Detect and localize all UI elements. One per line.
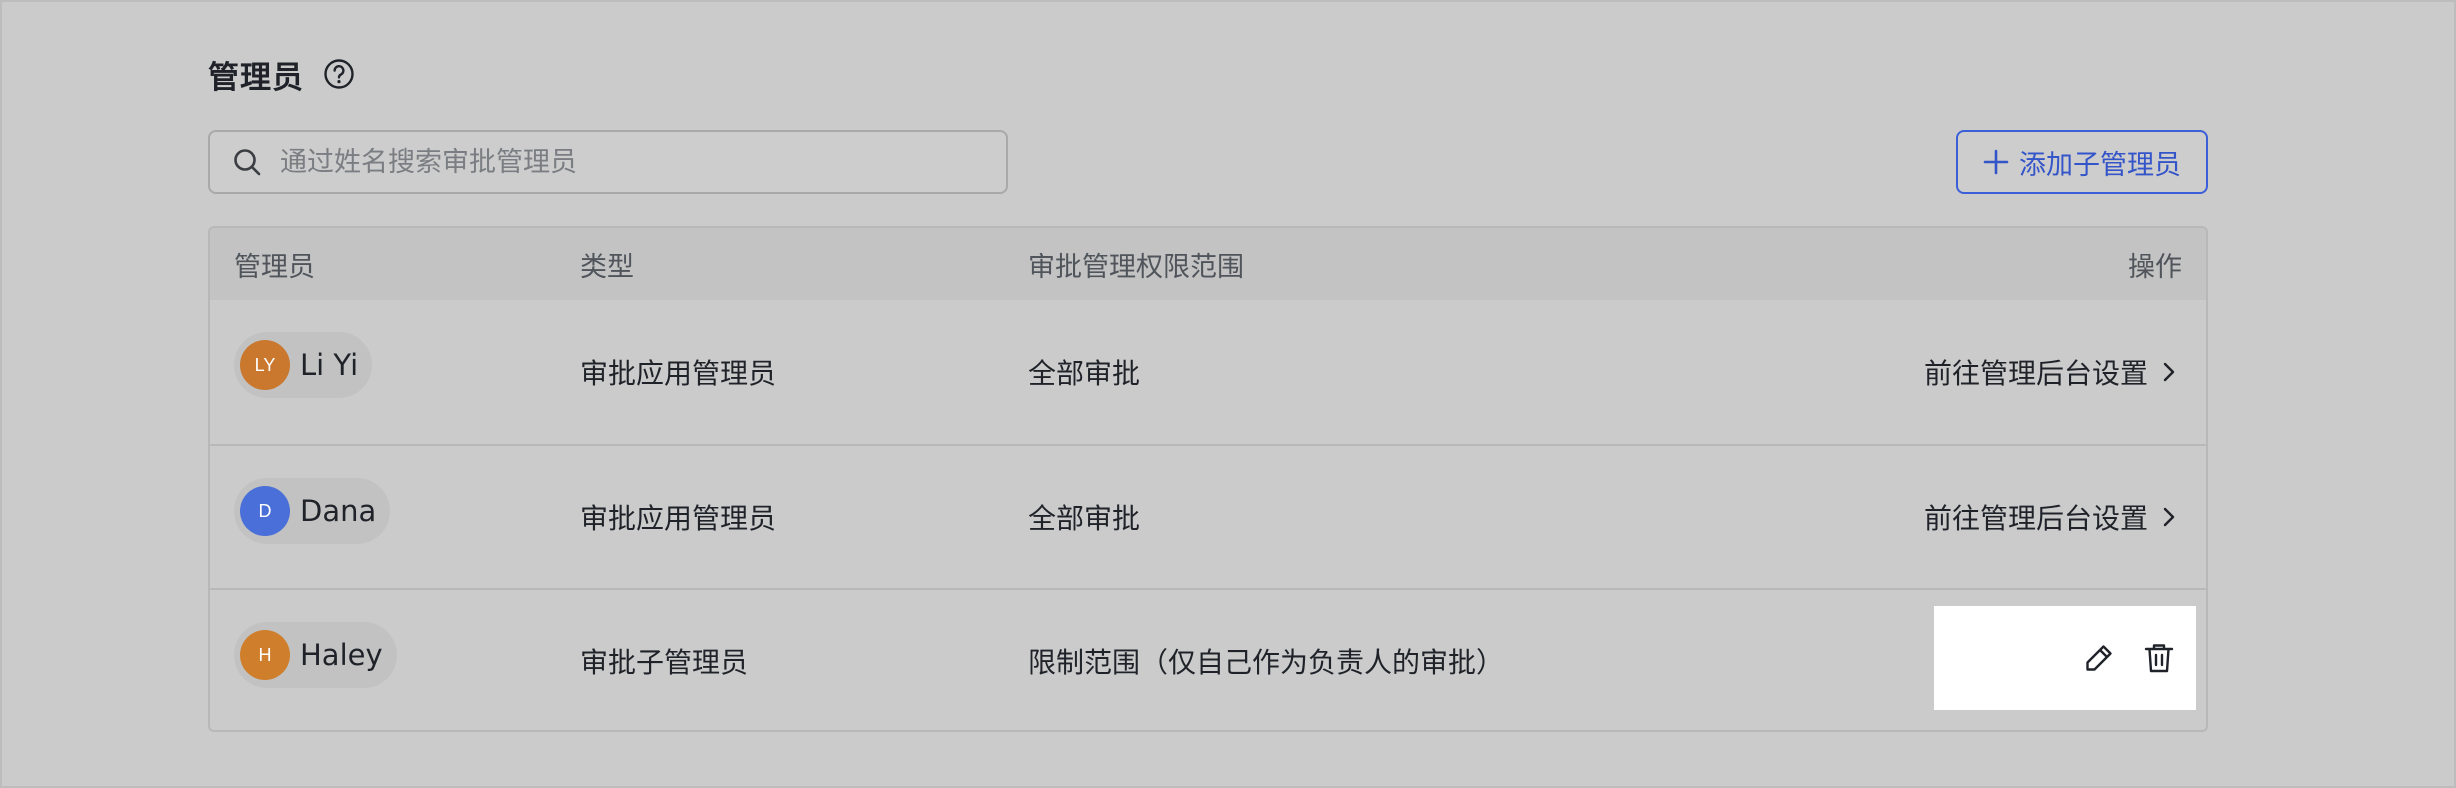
user-chip[interactable]: H Haley xyxy=(234,622,397,688)
admin-scope: 全部审批 xyxy=(1028,502,1141,535)
add-sub-admin-label: 添加子管理员 xyxy=(2019,149,2181,181)
user-name: Dana xyxy=(300,494,377,528)
search-box[interactable] xyxy=(208,130,1008,194)
row-actions xyxy=(1934,606,2196,710)
avatar: LY xyxy=(240,340,290,390)
user-name: Li Yi xyxy=(300,348,359,382)
delete-icon[interactable] xyxy=(2142,641,2176,675)
user-chip[interactable]: D Dana xyxy=(234,478,391,544)
header-type: 类型 xyxy=(580,251,634,283)
add-sub-admin-button[interactable]: 添加子管理员 xyxy=(1956,130,2208,194)
avatar: H xyxy=(240,630,290,680)
goto-admin-console-label: 前往管理后台设置 xyxy=(1923,502,2148,535)
header-scope: 审批管理权限范围 xyxy=(1028,251,1244,283)
page-header: 管理员 xyxy=(208,54,356,96)
admin-scope: 全部审批 xyxy=(1028,357,1141,390)
admin-table: 管理员 类型 审批管理权限范围 操作 LY Li Yi 审批应用管理员 全部审批… xyxy=(208,226,2208,732)
admin-type: 审批子管理员 xyxy=(580,646,749,679)
table-row: LY Li Yi 审批应用管理员 全部审批 前往管理后台设置 xyxy=(210,300,2206,444)
goto-admin-console-label: 前往管理后台设置 xyxy=(1923,357,2148,390)
chevron-right-icon xyxy=(2158,361,2180,383)
help-circle-icon[interactable] xyxy=(322,57,356,91)
table-row: D Dana 审批应用管理员 全部审批 前往管理后台设置 xyxy=(210,444,2206,588)
edit-icon[interactable] xyxy=(2082,641,2116,675)
user-chip[interactable]: LY Li Yi xyxy=(234,332,373,398)
chevron-right-icon xyxy=(2158,506,2180,528)
user-name: Haley xyxy=(300,638,383,672)
admin-type: 审批应用管理员 xyxy=(580,502,777,535)
header-admin: 管理员 xyxy=(234,251,315,283)
plus-icon xyxy=(1983,149,2009,175)
admin-type: 审批应用管理员 xyxy=(580,357,777,390)
table-header: 管理员 类型 审批管理权限范围 操作 xyxy=(210,228,2206,300)
search-icon xyxy=(232,147,262,177)
table-row: H Haley 审批子管理员 限制范围（仅自己作为负责人的审批） xyxy=(210,588,2206,730)
admin-scope: 限制范围（仅自己作为负责人的审批） xyxy=(1028,646,1505,679)
search-input[interactable] xyxy=(280,146,980,178)
avatar: D xyxy=(240,486,290,536)
goto-admin-console-link[interactable]: 前往管理后台设置 xyxy=(1924,497,2180,537)
goto-admin-console-link[interactable]: 前往管理后台设置 xyxy=(1924,352,2180,392)
header-operation: 操作 xyxy=(2128,251,2182,283)
page-title: 管理员 xyxy=(208,59,304,96)
